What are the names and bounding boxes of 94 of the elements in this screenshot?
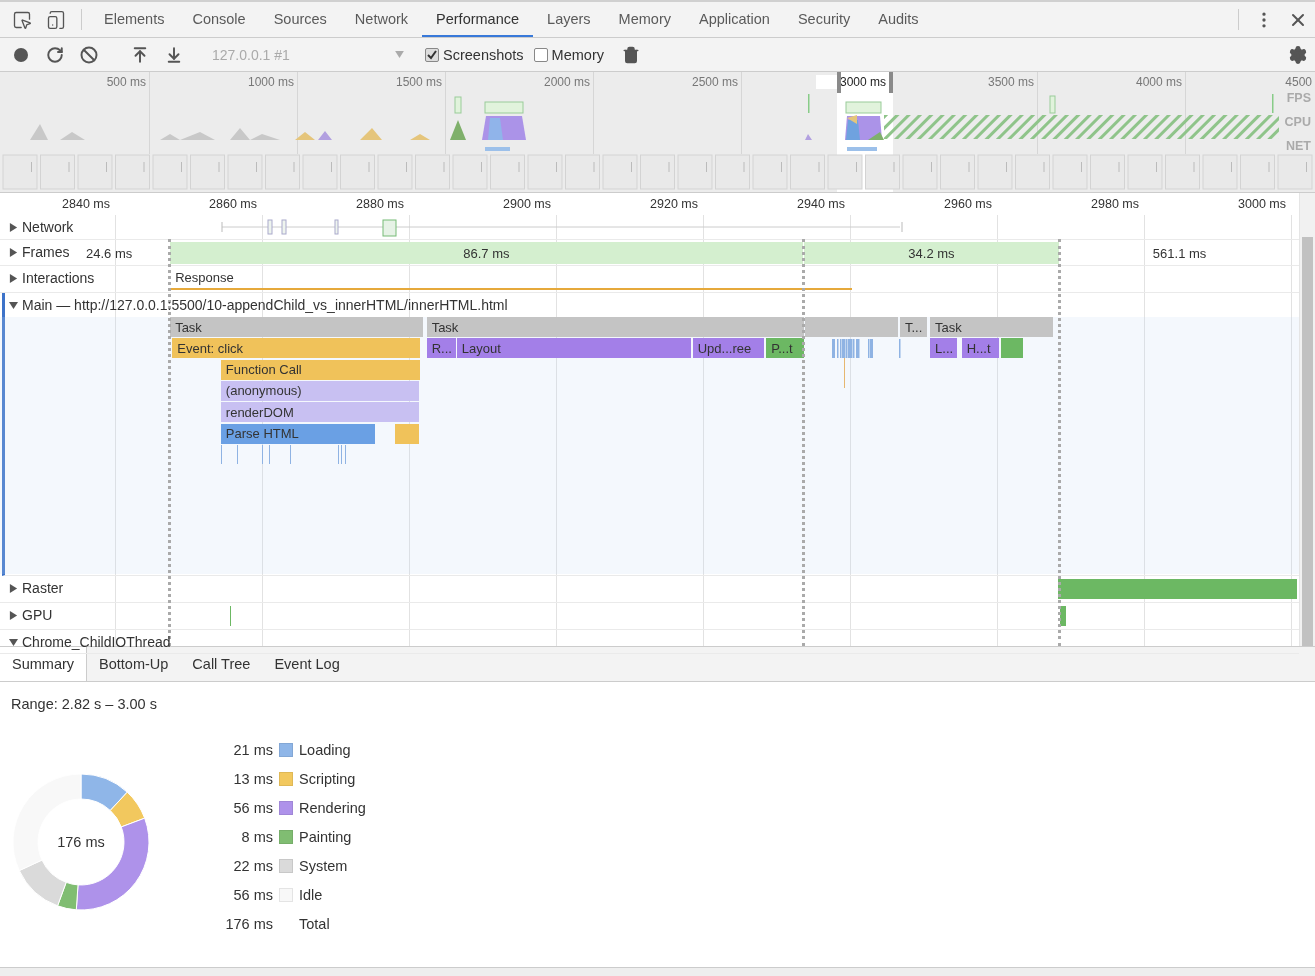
overview-time-label: 1000 ms (246, 75, 294, 89)
overview-time-label: 2000 ms (542, 75, 590, 89)
category-label: Rendering (299, 800, 366, 816)
dropdown-arrow-icon (395, 51, 404, 58)
expand-triangle-icon[interactable] (9, 273, 18, 283)
event-bar[interactable]: renderDOM (220, 402, 419, 423)
range-text: Range: 2.82 s – 3.00 s (11, 696, 158, 712)
expand-triangle-icon[interactable] (9, 637, 18, 647)
selection-handle[interactable] (889, 72, 893, 93)
event-bar[interactable]: P...t (766, 338, 805, 359)
frame-duration: 561.1 ms (1152, 245, 1207, 261)
details-tab[interactable]: Bottom-Up (87, 647, 181, 681)
total-time: 176 ms (224, 916, 273, 932)
track-label[interactable]: Main — http://127.0.0.1:5500/10-appendChild_vs_innerHTML/innerHTML.html (22, 297, 508, 313)
frame-duration: 24.6 ms (86, 245, 133, 261)
frame-bar[interactable]: 24.6 ms (86, 242, 170, 264)
expand-triangle-icon[interactable] (9, 222, 18, 232)
event-bar[interactable]: Parse HTML (220, 423, 375, 444)
overview-time-label: 3000 ms (816, 75, 886, 89)
ruler-time-label: 2880 ms (355, 197, 404, 211)
track-label[interactable]: Interactions (22, 270, 95, 286)
ruler-time-label: 2840 ms (61, 197, 110, 211)
selection-handle[interactable] (837, 72, 841, 93)
overview-time-label: 500 ms (105, 75, 146, 89)
track-label[interactable]: GPU (22, 607, 53, 623)
event-bar[interactable]: Task (930, 317, 1054, 337)
overview-time-label: 2500 ms (690, 75, 738, 89)
panel-tab[interactable]: Security (783, 2, 865, 37)
details-tab[interactable]: Event Log (262, 647, 352, 681)
panel-tab[interactable]: Audits (864, 2, 933, 37)
scrollbar[interactable] (1299, 193, 1315, 646)
frame-duration: 86.7 ms (463, 245, 510, 261)
event-bar[interactable]: Upd...ree (692, 338, 764, 359)
donut-center-label: 176 ms (57, 834, 105, 850)
category-time: 8 ms (240, 829, 273, 845)
category-time: 56 ms (232, 800, 273, 816)
event-bar[interactable]: Task (426, 317, 805, 337)
ruler-time-label: 2900 ms (502, 197, 551, 211)
ruler-time-label: 2860 ms (208, 197, 257, 211)
category-time: 22 ms (232, 858, 273, 874)
ruler-time-label: 2960 ms (943, 197, 992, 211)
ruler-time-label: 2940 ms (796, 197, 845, 211)
track-label[interactable]: Chrome_ChildIOThread (22, 634, 171, 650)
event-ticks-drawing (832, 338, 904, 390)
category-label: System (299, 858, 349, 874)
overview-time-label: 3500 ms (986, 75, 1034, 89)
event-bar[interactable]: H...t (961, 338, 999, 359)
checkbox-label[interactable]: Memory (551, 46, 604, 63)
panel-tab[interactable]: Application (684, 2, 784, 37)
event-bar[interactable]: R... (426, 338, 456, 359)
overview-time-label: 4000 ms (1134, 75, 1182, 89)
interaction-bar[interactable]: Response (170, 266, 853, 290)
category-time: 13 ms (232, 771, 273, 787)
event-bar[interactable]: Event: click (172, 338, 420, 359)
event-bar[interactable]: Function Call (220, 359, 420, 380)
details-tab[interactable]: Call Tree (180, 647, 263, 681)
expand-triangle-icon[interactable] (9, 610, 18, 620)
ruler-time-label: 2920 ms (649, 197, 698, 211)
details-tab[interactable]: Summary (0, 647, 88, 681)
frame-bar[interactable]: 561.1 ms (1060, 242, 1299, 264)
expand-triangle-icon[interactable] (9, 583, 18, 593)
category-label: Scripting (299, 771, 357, 787)
event-bar[interactable]: (anonymous) (220, 380, 419, 401)
category-label: Loading (299, 742, 352, 758)
category-label: Painting (299, 829, 353, 845)
panel-tab[interactable]: Sources (259, 2, 341, 37)
track-label[interactable]: Network (22, 219, 74, 235)
track-label[interactable]: Frames (22, 244, 70, 260)
panel-tab[interactable]: Elements (90, 2, 179, 37)
frame-duration: 34.2 ms (908, 245, 955, 261)
category-time: 21 ms (232, 742, 273, 758)
category-time: 56 ms (232, 887, 273, 903)
checkbox[interactable] (425, 47, 439, 62)
panel-tab[interactable]: Layers (533, 2, 605, 37)
event-bar[interactable]: L... (930, 338, 958, 359)
frame-bar[interactable]: 86.7 ms (170, 242, 803, 264)
checkbox-label[interactable]: Screenshots (443, 46, 524, 63)
panel-tab[interactable]: Network (340, 2, 423, 37)
checkbox[interactable] (533, 47, 548, 62)
panel-tab[interactable]: Console (178, 2, 260, 37)
event-bar[interactable]: T... (899, 317, 927, 337)
overview-time-label: 4500 (1284, 75, 1312, 89)
expand-triangle-icon[interactable] (9, 247, 18, 257)
overview-time-label: 1500 ms (394, 75, 442, 89)
ruler-time-label: 2980 ms (1090, 197, 1139, 211)
expand-triangle-icon[interactable] (9, 300, 18, 310)
event-bar[interactable]: Layout (456, 338, 691, 359)
track-label[interactable]: Raster (22, 580, 64, 596)
frame-bar[interactable]: 34.2 ms (803, 242, 1060, 264)
category-label: Idle (299, 887, 324, 903)
ruler-time-label: 3000 ms (1237, 197, 1286, 211)
panel-tab[interactable]: Memory (604, 2, 685, 37)
total-label: Total (299, 916, 331, 932)
event-bar[interactable]: Task (170, 317, 423, 337)
